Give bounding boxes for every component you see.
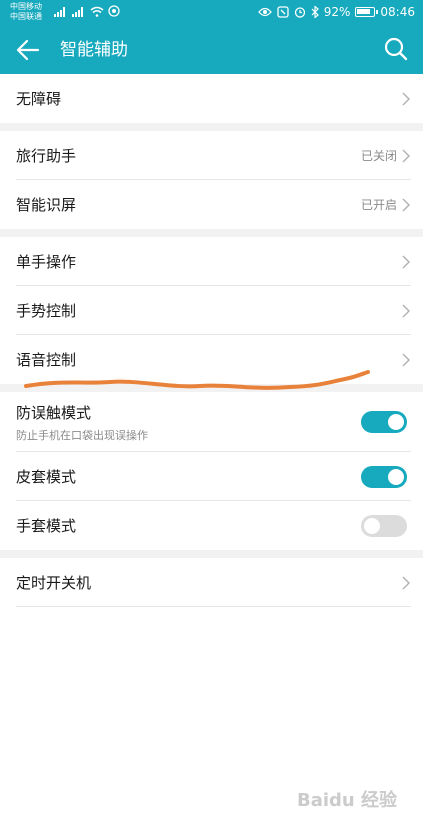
- carrier-1: 中国移动: [10, 2, 42, 11]
- status-icons-right: 92% 08:46: [257, 3, 415, 21]
- arrow-left-icon: [16, 39, 40, 61]
- page-title: 智能辅助: [60, 40, 128, 60]
- toggle-knob: [388, 468, 404, 485]
- row-right: 已开启: [361, 180, 411, 229]
- signal-icon: [72, 7, 83, 17]
- settings-item-label: 语音控制: [16, 351, 77, 369]
- settings-item-travel-assistant[interactable]: 旅行助手 已关闭: [0, 131, 423, 180]
- settings-item-scheduled-power[interactable]: 定时开关机: [0, 558, 423, 607]
- app-bar: 智能辅助: [0, 28, 423, 72]
- row-right: [401, 74, 411, 123]
- accidental-touch-toggle[interactable]: [361, 411, 407, 433]
- settings-item-glove-mode: 手套模式: [0, 501, 423, 550]
- battery-icon: [355, 7, 379, 17]
- status-time: 08:46: [380, 5, 415, 19]
- settings-item-gesture-control[interactable]: 手势控制: [0, 286, 423, 335]
- settings-item-text: 防误触模式 防止手机在口袋出现误操作: [16, 402, 148, 443]
- settings-item-label: 防误触模式: [16, 403, 92, 422]
- settings-item-smart-screen-recognition[interactable]: 智能识屏 已开启: [0, 180, 423, 229]
- settings-item-label: 单手操作: [16, 253, 77, 271]
- status-bar: 中国移动 中国联通 92% 08:46: [0, 0, 423, 24]
- toggle-knob: [364, 517, 380, 534]
- nfc-icon: [277, 6, 289, 18]
- chevron-right-icon: [402, 255, 410, 268]
- glove-mode-toggle[interactable]: [361, 514, 407, 537]
- group-separator: [0, 384, 423, 392]
- status-icons-left: [54, 5, 120, 17]
- search-button[interactable]: [383, 36, 409, 62]
- divider: [16, 606, 411, 607]
- chevron-right-icon: [402, 149, 410, 162]
- settings-item-label: 定时开关机: [16, 574, 92, 592]
- settings-list: 无障碍 旅行助手 已关闭 智能识屏 已开启 单手操作 手势控制 语音控制 防误触…: [0, 74, 423, 607]
- row-right: 已关闭: [361, 131, 411, 180]
- chevron-right-icon: [402, 353, 410, 366]
- alarm-icon: [294, 7, 305, 18]
- row-right: [361, 392, 407, 452]
- header: 中国移动 中国联通 92% 08:46 智能辅助: [0, 0, 423, 74]
- settings-item-description: 防止手机在口袋出现误操作: [16, 428, 148, 442]
- settings-item-cover-mode: 皮套模式: [0, 452, 423, 501]
- settings-item-label: 旅行助手: [16, 147, 77, 165]
- bluetooth-icon: [311, 6, 319, 18]
- settings-item-accidental-touch-prevention: 防误触模式 防止手机在口袋出现误操作: [0, 392, 423, 452]
- settings-item-label: 手套模式: [16, 517, 77, 535]
- hotspot-icon: [108, 5, 120, 17]
- signal-icon: [54, 7, 65, 17]
- eye-icon: [257, 7, 272, 17]
- group-separator: [0, 550, 423, 558]
- battery-percentage: 92%: [323, 5, 351, 19]
- back-button[interactable]: [14, 37, 42, 63]
- settings-item-voice-control[interactable]: 语音控制: [0, 335, 423, 384]
- group-separator: [0, 123, 423, 131]
- settings-item-label: 皮套模式: [16, 468, 77, 486]
- settings-item-label: 智能识屏: [16, 196, 77, 214]
- row-right: [401, 558, 411, 607]
- chevron-right-icon: [402, 198, 410, 211]
- group-separator: [0, 229, 423, 237]
- settings-item-accessibility[interactable]: 无障碍: [0, 74, 423, 123]
- watermark: Baidu 经验: [296, 790, 397, 811]
- row-right: [401, 286, 411, 335]
- toggle-knob: [388, 414, 404, 430]
- chevron-right-icon: [402, 92, 410, 105]
- chevron-right-icon: [402, 576, 410, 589]
- row-right: [361, 501, 407, 550]
- settings-item-label: 无障碍: [16, 90, 62, 108]
- wifi-icon: [90, 6, 104, 17]
- search-icon: [384, 37, 408, 61]
- settings-item-one-hand-mode[interactable]: 单手操作: [0, 237, 423, 286]
- settings-item-label: 手势控制: [16, 302, 77, 320]
- settings-item-value: 已关闭: [360, 149, 397, 163]
- carrier-info: 中国移动 中国联通: [10, 2, 42, 22]
- row-right: [401, 335, 411, 384]
- carrier-2: 中国联通: [10, 12, 42, 21]
- row-right: [361, 452, 407, 501]
- chevron-right-icon: [402, 304, 410, 317]
- row-right: [401, 237, 411, 286]
- cover-mode-toggle[interactable]: [361, 465, 407, 488]
- settings-item-value: 已开启: [360, 198, 397, 212]
